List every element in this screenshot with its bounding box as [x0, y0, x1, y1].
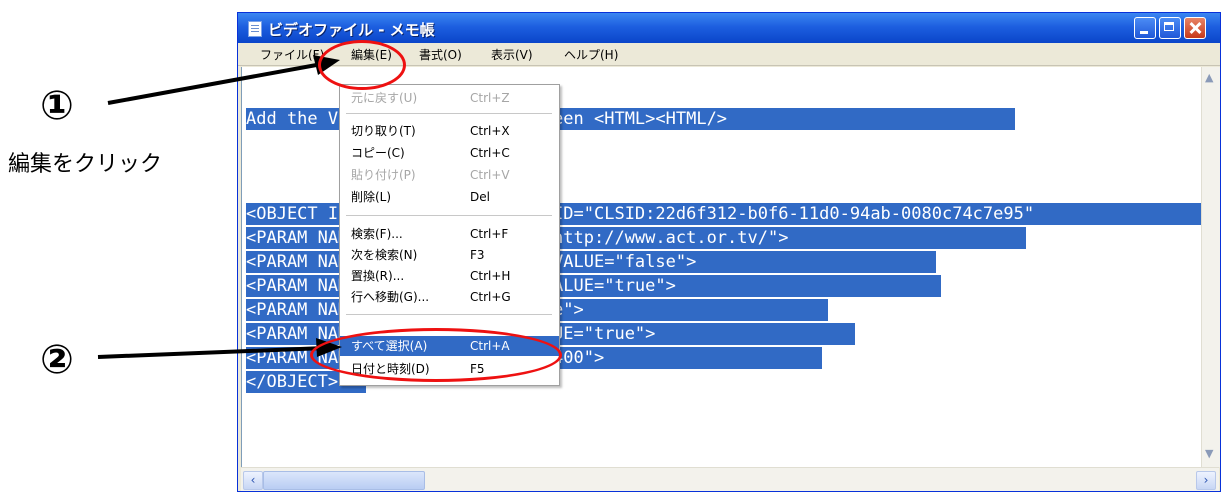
arrow-to-select-all	[97, 346, 326, 359]
annotation-arrows	[97, 55, 342, 359]
arrow-to-edit-menu	[107, 62, 323, 105]
highlight-ellipse-select-all	[310, 328, 562, 382]
highlight-ellipse-edit-menu	[318, 40, 406, 90]
